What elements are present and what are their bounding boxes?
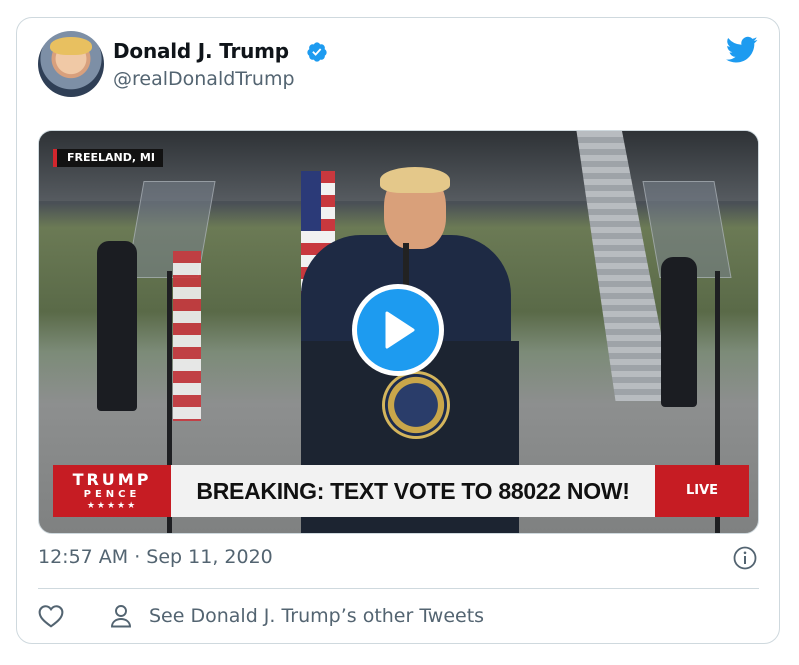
twitter-bird-icon[interactable]: [726, 36, 758, 64]
presidential-seal: [382, 371, 450, 439]
divider: [38, 588, 759, 589]
author-name[interactable]: Donald J. Trump: [113, 39, 289, 63]
info-icon[interactable]: [733, 546, 757, 570]
person-icon: [111, 605, 131, 628]
play-button[interactable]: [352, 284, 444, 376]
lower-third-banner: TRUMP PENCE ★★★★★ BREAKING: TEXT VOTE TO…: [53, 465, 749, 517]
see-other-tweets-link[interactable]: See Donald J. Trump’s other Tweets: [149, 605, 484, 627]
live-badge: LIVE: [655, 465, 749, 517]
tweet-timestamp[interactable]: 12:57 AM · Sep 11, 2020: [38, 546, 273, 568]
security-agent: [97, 241, 137, 411]
author-handle[interactable]: @realDonaldTrump: [113, 68, 295, 90]
security-agent: [661, 257, 697, 407]
video-player[interactable]: FREELAND, MI TRUMP PENCE ★★★★★ BREAKING:…: [38, 130, 759, 534]
avatar[interactable]: [38, 31, 104, 97]
heart-icon[interactable]: [38, 604, 64, 628]
american-flag: [173, 251, 201, 421]
play-icon: [385, 311, 415, 349]
teleprompter-left: [126, 181, 216, 278]
location-tag: FREELAND, MI: [53, 149, 163, 167]
campaign-logo: TRUMP PENCE ★★★★★: [53, 465, 171, 517]
verified-badge-icon: [307, 42, 327, 62]
headline-text: BREAKING: TEXT VOTE TO 88022 NOW!: [171, 465, 655, 517]
